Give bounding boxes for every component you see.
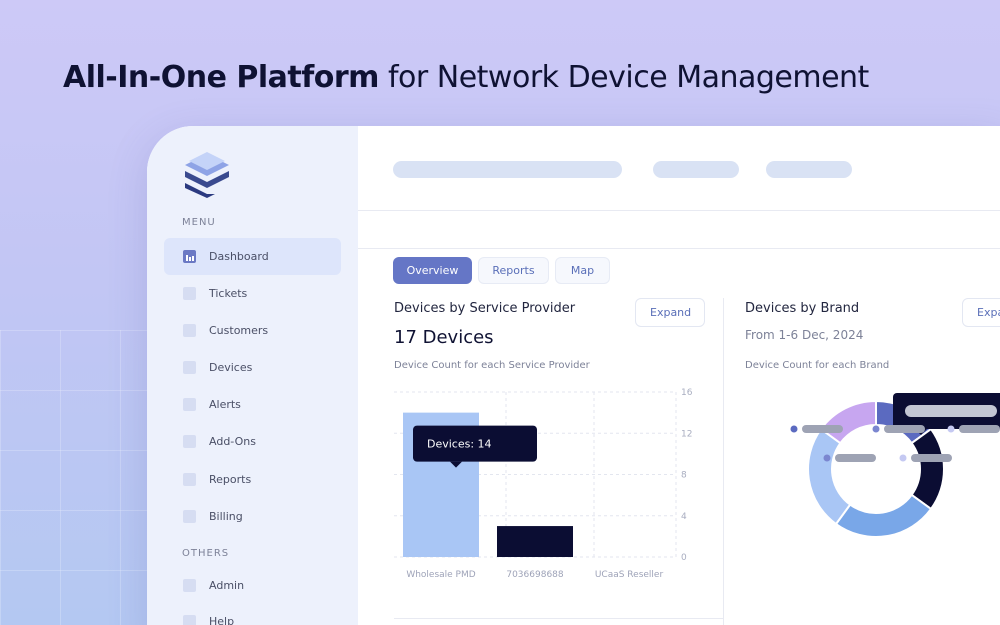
donut-slice: [910, 427, 945, 511]
brand-expand-button[interactable]: Expand: [962, 298, 1000, 327]
donut-slice: [834, 493, 933, 538]
donut-tooltip-placeholder: [905, 405, 997, 417]
sidebar-item-add-ons[interactable]: Add-Ons: [164, 423, 341, 460]
placeholder-pill: [766, 161, 852, 178]
y-tick-label: 4: [681, 512, 687, 522]
sidebar-item-alerts[interactable]: Alerts: [164, 386, 341, 423]
sidebar-item-help[interactable]: Help: [164, 603, 341, 625]
x-tick-label: 7036698688: [506, 570, 564, 580]
date-range: From 1-6 Dec, 2024: [745, 328, 864, 342]
y-tick-label: 0: [681, 553, 687, 563]
sidebar-item-billing[interactable]: Billing: [164, 498, 341, 535]
legend-label-placeholder: [884, 425, 925, 433]
sidebar-item-devices[interactable]: Devices: [164, 349, 341, 386]
card-bottom-divider: [394, 618, 724, 619]
divider: [358, 248, 1000, 249]
admin-icon: [183, 579, 196, 592]
help-icon: [183, 615, 196, 625]
tab-reports[interactable]: Reports: [478, 257, 549, 284]
x-tick-label: Wholesale PMD: [406, 570, 475, 580]
y-tick-label: 12: [681, 429, 692, 439]
sidebar-item-label: Admin: [209, 579, 245, 592]
page-headline: All-In-One Platform for Network Device M…: [63, 60, 869, 95]
dashboard-icon: [183, 250, 196, 263]
customers-icon: [183, 324, 196, 337]
legend-dot: [947, 425, 955, 433]
sidebar-item-label: Devices: [209, 361, 253, 374]
legend-label-placeholder: [835, 454, 876, 462]
provider-card-subtitle: Device Count for each Service Provider: [394, 360, 590, 371]
brand-card-title: Devices by Brand: [745, 301, 860, 316]
provider-expand-button[interactable]: Expand: [635, 298, 705, 327]
headline-rest: for Network Device Management: [387, 60, 869, 95]
sidebar-item-label: Add-Ons: [209, 435, 256, 448]
provider-bar-chart: 16 12 8 4 0 Wholesale PMD 7036698688 UCaaS Rese…: [394, 388, 693, 580]
sidebar-item-label: Customers: [209, 324, 269, 337]
sidebar-item-label: Help: [209, 615, 235, 625]
placeholder-title-bar: [393, 161, 622, 178]
card-divider: [723, 298, 724, 625]
headline-bold: All-In-One Platform: [63, 60, 379, 95]
others-heading: OTHERS: [182, 548, 230, 559]
sidebar-item-label: Alerts: [209, 398, 241, 411]
tab-overview[interactable]: Overview: [393, 257, 472, 284]
sidebar-item-label: Tickets: [209, 287, 248, 300]
x-tick-label: UCaaS Reseller: [595, 570, 664, 580]
tooltip-text: Devices: 14: [427, 438, 492, 451]
app-window: MENU Dashboard Tickets Customers Devices…: [147, 126, 1000, 625]
tab-map[interactable]: Map: [555, 257, 610, 284]
sidebar-item-label: Billing: [209, 510, 243, 523]
device-count: 17 Devices: [394, 327, 494, 348]
sidebar: MENU Dashboard Tickets Customers Devices…: [147, 126, 358, 625]
provider-card-title: Devices by Service Provider: [394, 301, 576, 316]
legend-label-placeholder: [911, 454, 952, 462]
sidebar-item-tickets[interactable]: Tickets: [164, 275, 341, 312]
y-tick-label: 8: [681, 471, 687, 481]
tickets-icon: [183, 287, 196, 300]
y-tick-label: 16: [681, 388, 693, 398]
sidebar-item-reports[interactable]: Reports: [164, 461, 341, 498]
brand-donut-chart: [790, 393, 1000, 538]
legend-label-placeholder: [802, 425, 843, 433]
add-ons-icon: [183, 435, 196, 448]
alerts-icon: [183, 398, 196, 411]
legend-label-placeholder: [959, 425, 1000, 433]
main-content: Overview Reports Map Devices by Service …: [358, 126, 1000, 625]
menu-heading: MENU: [182, 217, 216, 228]
donut-slice: [807, 427, 852, 526]
legend-dot: [790, 425, 798, 433]
bar: [497, 526, 573, 557]
billing-icon: [183, 510, 196, 523]
legend-dot: [823, 454, 831, 462]
brand-card-subtitle: Device Count for each Brand: [745, 360, 890, 371]
legend-dot: [872, 425, 880, 433]
logo-icon: [185, 152, 229, 198]
sidebar-item-dashboard[interactable]: Dashboard: [164, 238, 341, 275]
sidebar-item-label: Dashboard: [209, 250, 269, 263]
sidebar-item-admin[interactable]: Admin: [164, 567, 341, 604]
reports-icon: [183, 473, 196, 486]
sidebar-item-customers[interactable]: Customers: [164, 312, 341, 349]
legend-dot: [899, 454, 907, 462]
sidebar-item-label: Reports: [209, 473, 252, 486]
placeholder-pill: [653, 161, 739, 178]
devices-icon: [183, 361, 196, 374]
top-bar: [358, 126, 1000, 211]
